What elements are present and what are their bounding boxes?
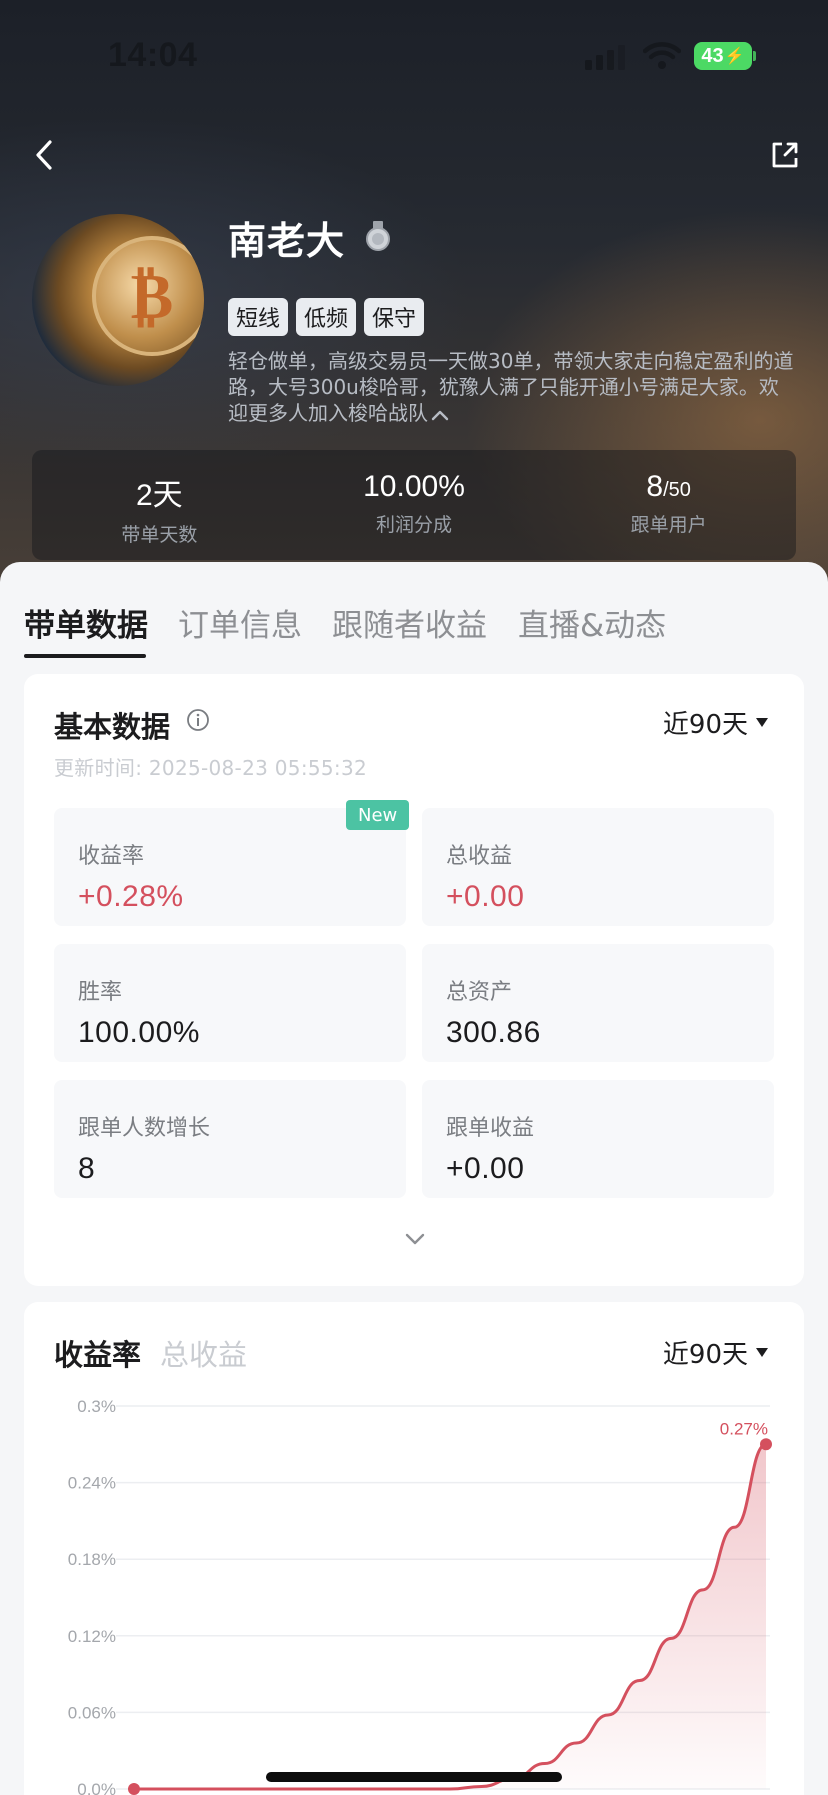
metric-label: 总收益	[446, 844, 513, 869]
cellular-signal-icon	[585, 45, 625, 70]
stat-label: 利润分成	[376, 514, 453, 536]
chart-start-point	[128, 1783, 140, 1795]
charging-bolt-icon: ⚡	[724, 48, 745, 65]
share-external-icon[interactable]	[770, 140, 800, 170]
tab-lead-data[interactable]: 带单数据	[24, 600, 148, 645]
metric-value: +0.00	[446, 1152, 525, 1185]
y-tick-label: 0.24%	[68, 1474, 116, 1493]
stat-copy-users: 8/50 跟单用户	[541, 450, 796, 560]
tab-bar: 带单数据 订单信息 跟随者收益 直播&动态	[0, 562, 828, 658]
chart-tab-total-profit[interactable]: 总收益	[160, 1332, 247, 1374]
tab-active-indicator	[24, 654, 146, 658]
metric-total-profit[interactable]: 总收益 +0.00	[422, 808, 774, 926]
y-tick-label: 0.12%	[68, 1627, 116, 1646]
stat-profit-share: 10.00% 利润分成	[287, 450, 542, 560]
tab-order-info[interactable]: 订单信息	[178, 600, 302, 645]
status-time: 14:04	[108, 36, 198, 74]
silver-medal-icon	[366, 221, 390, 251]
bitcoin-coin-icon: ₿	[92, 236, 204, 356]
avatar[interactable]: ₿	[32, 214, 204, 386]
battery-level: 43	[701, 44, 724, 67]
range-dropdown[interactable]: 近90天	[663, 704, 768, 741]
y-tick-label: 0.18%	[68, 1550, 116, 1569]
stat-value: 10.00%	[363, 470, 465, 503]
stat-value: 8	[646, 470, 664, 503]
home-indicator	[266, 1772, 562, 1782]
status-bar: 14:04 43 ⚡	[0, 0, 828, 110]
trader-name: 南老大	[228, 219, 346, 263]
chart-end-point	[760, 1438, 772, 1451]
card-title: 基本数据	[54, 710, 171, 744]
battery-tip	[753, 51, 756, 61]
stat-label: 跟单用户	[630, 514, 707, 536]
metric-value: +0.00	[446, 880, 525, 913]
chevron-left-icon[interactable]	[30, 138, 60, 172]
y-tick-label: 0.3%	[77, 1397, 116, 1416]
tag-short-term: 短线	[228, 298, 289, 336]
y-tick-label: 0.0%	[77, 1780, 116, 1795]
profile-header: 14:04 43 ⚡ ₿ 南老大 短线 低频 保守 轻仓做单，高级交易员一天做3…	[0, 0, 828, 600]
metric-win-rate[interactable]: 胜率 100.00%	[54, 944, 406, 1062]
tab-follower-profit[interactable]: 跟随者收益	[332, 600, 487, 645]
info-icon[interactable]	[186, 708, 210, 732]
chart-tab-return-rate[interactable]: 收益率	[54, 1332, 141, 1374]
stat-label: 带单天数	[121, 524, 198, 546]
caret-down-icon	[756, 1348, 768, 1357]
return-rate-chart: 0.3% 0.24% 0.18% 0.12% 0.06% 0.0% 0.27%	[68, 1397, 772, 1795]
stat-value: 2天	[135, 479, 183, 512]
chart-range-dropdown[interactable]: 近90天	[663, 1334, 768, 1371]
metric-value: 300.86	[446, 1016, 541, 1049]
update-time: 更新时间: 2025-08-23 05:55:32	[54, 756, 368, 780]
wifi-icon	[643, 42, 681, 69]
metric-follower-growth[interactable]: 跟单人数增长 8	[54, 1080, 406, 1198]
metric-value: 8	[78, 1152, 96, 1185]
range-label: 近90天	[662, 710, 748, 740]
metric-label: 收益率	[78, 844, 145, 869]
metric-label: 跟单收益	[446, 1116, 535, 1141]
tag-low-frequency: 低频	[296, 298, 357, 336]
metric-value: +0.28%	[78, 880, 184, 913]
chevron-up-icon[interactable]	[430, 408, 450, 422]
battery-indicator: 43 ⚡	[694, 42, 752, 70]
stat-lead-days: 2天 带单天数	[32, 450, 287, 560]
stat-suffix: /50	[663, 479, 691, 501]
stats-bar: 2天 带单天数 10.00% 利润分成 8/50 跟单用户	[32, 450, 796, 560]
bio-content: 轻仓做单，高级交易员一天做30单，带领大家走向稳定盈利的道路，大号300u梭哈哥…	[228, 349, 794, 425]
new-badge: New	[346, 800, 410, 830]
chart-end-value-label: 0.27%	[720, 1419, 768, 1438]
metric-follower-profit[interactable]: 跟单收益 +0.00	[422, 1080, 774, 1198]
metric-label: 跟单人数增长	[78, 1116, 211, 1141]
tag-list: 短线 低频 保守	[228, 298, 425, 336]
chevron-down-icon[interactable]	[404, 1232, 426, 1246]
range-label: 近90天	[662, 1340, 748, 1370]
tag-conservative: 保守	[364, 298, 425, 336]
metric-value: 100.00%	[78, 1016, 200, 1049]
tab-live-feed[interactable]: 直播&动态	[518, 600, 666, 645]
chart-area	[134, 1444, 766, 1789]
bio-text[interactable]: 轻仓做单，高级交易员一天做30单，带领大家走向稳定盈利的道路，大号300u梭哈哥…	[228, 348, 794, 426]
caret-down-icon	[756, 718, 768, 727]
metric-total-assets[interactable]: 总资产 300.86	[422, 944, 774, 1062]
metric-label: 胜率	[78, 980, 123, 1005]
metric-label: 总资产	[446, 980, 513, 1005]
y-tick-label: 0.06%	[68, 1703, 116, 1722]
